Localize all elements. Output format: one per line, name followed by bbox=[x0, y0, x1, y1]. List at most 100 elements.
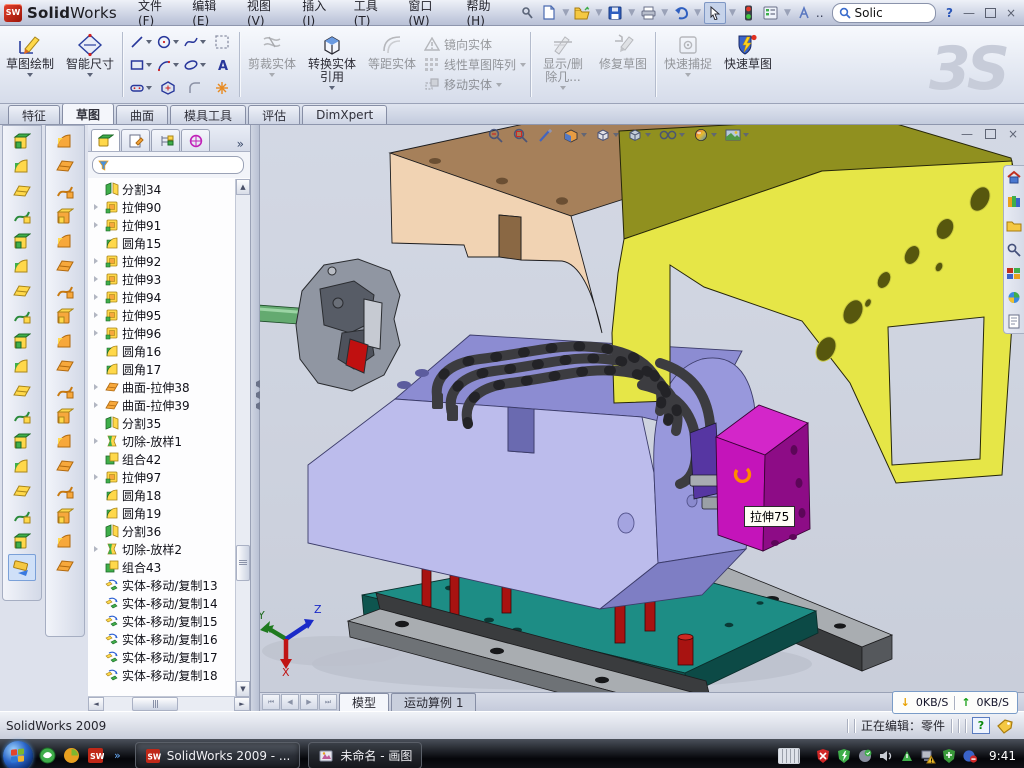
surfaces-toolbar-icon-16[interactable] bbox=[52, 504, 78, 529]
chevron-down-icon[interactable] bbox=[645, 133, 651, 137]
tree-item[interactable]: 拉伸94 bbox=[88, 288, 250, 306]
expand-arrow-icon[interactable] bbox=[94, 474, 102, 480]
features-toolbar-icon-2[interactable] bbox=[9, 154, 35, 179]
surfaces-toolbar-icon-6[interactable] bbox=[52, 254, 78, 279]
featuremanager-tab-tab[interactable] bbox=[91, 129, 120, 151]
edit-appearance-button[interactable] bbox=[690, 125, 719, 145]
start-button[interactable] bbox=[3, 741, 33, 768]
tree-item[interactable]: 组合42 bbox=[88, 450, 250, 468]
quick-snaps-button[interactable]: 快速捕捉 bbox=[659, 28, 717, 101]
pin-icon[interactable] bbox=[517, 3, 537, 23]
custom-properties-icon[interactable] bbox=[1006, 314, 1022, 329]
appearances-icon[interactable] bbox=[1006, 290, 1022, 305]
quicklaunch-chevron-icon[interactable]: » bbox=[114, 749, 121, 762]
model-scene[interactable] bbox=[260, 125, 1024, 692]
tree-item[interactable]: 实体-移动/复制14 bbox=[88, 594, 250, 612]
point-button[interactable] bbox=[208, 76, 235, 99]
tree-item[interactable]: 切除-放样1 bbox=[88, 432, 250, 450]
menu-item-3[interactable]: 插入(I) bbox=[291, 0, 343, 25]
tree-item[interactable]: 实体-移动/复制13 bbox=[88, 576, 250, 594]
offset-entities-button[interactable]: 等距实体 bbox=[363, 28, 421, 101]
help-button[interactable]: ? bbox=[946, 7, 953, 19]
doc-minimize-button[interactable]: — bbox=[961, 127, 973, 141]
features-toolbar-icon-16[interactable] bbox=[9, 504, 35, 529]
tab-评估[interactable]: 评估 bbox=[248, 105, 300, 124]
scroll-thumb[interactable] bbox=[236, 545, 250, 581]
panel-chevron-icon[interactable]: » bbox=[237, 137, 244, 151]
chevron-down-icon[interactable] bbox=[200, 63, 206, 67]
tree-item[interactable]: 圆角16 bbox=[88, 342, 250, 360]
view-orientation-button[interactable] bbox=[592, 125, 621, 145]
tree-item[interactable]: 圆角19 bbox=[88, 504, 250, 522]
display-style-button[interactable] bbox=[624, 125, 653, 145]
magenta-insert-block[interactable] bbox=[716, 405, 810, 551]
surfaces-toolbar-icon-5[interactable] bbox=[52, 229, 78, 254]
trim-entities-button[interactable]: 剪裁实体 bbox=[243, 28, 301, 101]
tree-item[interactable]: 拉伸93 bbox=[88, 270, 250, 288]
chevron-down-icon[interactable]: ▼ bbox=[694, 8, 701, 18]
scroll-track[interactable] bbox=[236, 195, 250, 681]
surfaces-toolbar-icon-9[interactable] bbox=[52, 329, 78, 354]
minimize-button[interactable]: — bbox=[963, 7, 975, 19]
dimxpertmanager-tab-tab[interactable] bbox=[181, 129, 210, 151]
surfaces-toolbar-icon-1[interactable] bbox=[52, 129, 78, 154]
features-toolbar-icon-15[interactable] bbox=[9, 479, 35, 504]
zoom-area-button[interactable] bbox=[510, 125, 532, 145]
chevron-down-icon[interactable]: ▼ bbox=[628, 8, 635, 18]
tree-item[interactable]: 圆角18 bbox=[88, 486, 250, 504]
power-shield-icon[interactable] bbox=[836, 748, 852, 764]
search-input[interactable]: Solic bbox=[832, 3, 936, 23]
features-toolbar-icon-4[interactable] bbox=[9, 204, 35, 229]
polygon-button[interactable] bbox=[154, 76, 181, 99]
apply-scene-button[interactable] bbox=[722, 125, 751, 145]
surfaces-toolbar-icon-4[interactable] bbox=[52, 204, 78, 229]
volume-icon[interactable] bbox=[878, 748, 894, 764]
tree-item[interactable]: 拉伸91 bbox=[88, 216, 250, 234]
features-toolbar-icon-9[interactable] bbox=[9, 329, 35, 354]
tree-item[interactable]: 拉伸97 bbox=[88, 468, 250, 486]
scroll-up-button[interactable]: ▲ bbox=[236, 179, 250, 195]
chevron-down-icon[interactable]: ▼ bbox=[562, 8, 569, 18]
mirror-entities-button[interactable]: 镜向实体 bbox=[424, 36, 526, 54]
spline-button[interactable] bbox=[181, 30, 208, 53]
chevron-down-icon[interactable] bbox=[711, 133, 717, 137]
features-toolbar-icon-7[interactable] bbox=[9, 279, 35, 304]
ejector-pin-short[interactable] bbox=[678, 634, 693, 665]
quick-tips-button[interactable]: ? bbox=[972, 717, 990, 734]
tree-item[interactable]: 组合43 bbox=[88, 558, 250, 576]
chevron-down-icon[interactable]: ▼ bbox=[784, 8, 791, 18]
tree-item[interactable]: 实体-移动/复制15 bbox=[88, 612, 250, 630]
tab-模具工具[interactable]: 模具工具 bbox=[170, 105, 246, 124]
features-toolbar-icon-6[interactable] bbox=[9, 254, 35, 279]
expand-arrow-icon[interactable] bbox=[94, 294, 102, 300]
expand-arrow-icon[interactable] bbox=[94, 402, 102, 408]
expand-arrow-icon[interactable] bbox=[94, 258, 102, 264]
restore-button[interactable] bbox=[985, 8, 996, 18]
features-toolbar-icon-10[interactable] bbox=[9, 354, 35, 379]
doc-tab-1[interactable]: 模型 bbox=[339, 693, 389, 711]
surfaces-toolbar-icon-12[interactable] bbox=[52, 404, 78, 429]
sync-blocked-icon[interactable] bbox=[962, 748, 978, 764]
chevron-down-icon[interactable]: ▼ bbox=[661, 8, 668, 18]
sketch-fillet-button[interactable] bbox=[181, 76, 208, 99]
display-delete-relations-button[interactable]: 显示/删除几... bbox=[534, 28, 592, 101]
undo-icon[interactable] bbox=[671, 3, 691, 23]
save-icon[interactable] bbox=[605, 3, 625, 23]
chevron-down-icon[interactable] bbox=[173, 40, 179, 44]
keyboard-layout-icon[interactable] bbox=[778, 748, 800, 764]
propertymanager-tab-tab[interactable] bbox=[121, 129, 150, 151]
instant3d-icon[interactable] bbox=[8, 554, 36, 581]
arc-button[interactable] bbox=[154, 53, 181, 76]
expand-arrow-icon[interactable] bbox=[94, 276, 102, 282]
menu-item-5[interactable]: 窗口(W) bbox=[397, 0, 455, 25]
surfaces-toolbar-icon-8[interactable] bbox=[52, 304, 78, 329]
tree-item[interactable]: 拉伸95 bbox=[88, 306, 250, 324]
tree-item[interactable]: 曲面-拉伸39 bbox=[88, 396, 250, 414]
scroll-thumb[interactable] bbox=[132, 697, 178, 711]
tree-item[interactable]: 拉伸96 bbox=[88, 324, 250, 342]
clamp-insert[interactable] bbox=[296, 259, 400, 391]
features-toolbar-icon-1[interactable] bbox=[9, 129, 35, 154]
surfaces-toolbar-icon-2[interactable] bbox=[52, 154, 78, 179]
rectangle-button[interactable] bbox=[127, 53, 154, 76]
scroll-right-button[interactable]: ► bbox=[234, 697, 250, 711]
